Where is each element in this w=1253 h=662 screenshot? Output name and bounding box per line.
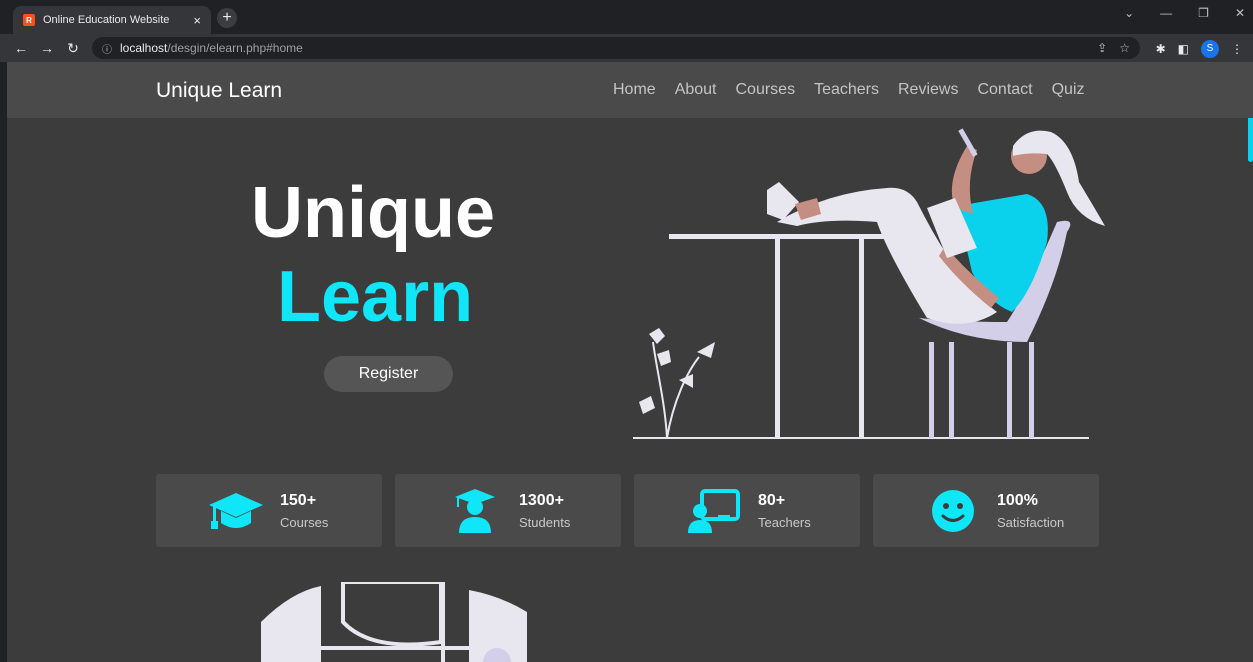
stat-label: Students — [519, 514, 571, 530]
window-controls: ⌄ — ❐ ✕ — [1124, 6, 1245, 20]
stat-value: 80+ — [758, 491, 786, 509]
nav-quiz[interactable]: Quiz — [1052, 81, 1085, 99]
stat-card-satisfaction: 100% Satisfaction — [873, 474, 1099, 547]
register-button[interactable]: Register — [324, 356, 453, 392]
stat-card-teachers: 80+ Teachers — [634, 474, 860, 547]
address-bar[interactable]: ⓘ localhost/desgin/elearn.php#home ⇪ ☆ — [92, 37, 1140, 59]
restore-icon[interactable]: ❐ — [1198, 6, 1209, 20]
tab-search-icon[interactable]: ⌄ — [1124, 6, 1134, 20]
url-path: /desgin/elearn.php#home — [167, 41, 303, 55]
stat-value: 100% — [997, 491, 1038, 509]
nav-teachers[interactable]: Teachers — [814, 81, 879, 99]
browser-toolbar: ← → ↻ ⓘ localhost/desgin/elearn.php#home… — [0, 34, 1253, 62]
about-illustration — [261, 582, 527, 662]
teacher-board-icon — [686, 488, 742, 533]
close-window-icon[interactable]: ✕ — [1235, 6, 1245, 20]
hero-title-line2: Learn — [277, 257, 474, 337]
site-header: Unique Learn Home About Courses Teachers… — [7, 62, 1253, 118]
nav-about[interactable]: About — [675, 81, 717, 99]
hero-title-line1: Unique — [251, 173, 495, 253]
nav-courses[interactable]: Courses — [736, 81, 796, 99]
profile-avatar[interactable]: S — [1201, 40, 1219, 58]
url-host: localhost — [120, 41, 168, 55]
browser-tab[interactable]: R Online Education Website × — [13, 6, 211, 34]
stat-label: Courses — [280, 514, 329, 530]
extensions-icon[interactable]: ✱ — [1156, 42, 1166, 56]
bookmark-star-icon[interactable]: ☆ — [1119, 41, 1130, 55]
minimize-icon[interactable]: — — [1160, 6, 1172, 20]
stats-row: 150+ Courses 1300+ Students 80+ Teachers… — [156, 474, 1099, 547]
student-icon — [447, 488, 503, 533]
site-info-icon[interactable]: ⓘ — [102, 41, 112, 56]
new-tab-button[interactable]: + — [217, 8, 237, 28]
browser-menu-icon[interactable]: ⋮ — [1231, 42, 1243, 56]
page-viewport: Unique Learn Home About Courses Teachers… — [7, 62, 1253, 662]
stat-value: 150+ — [280, 491, 317, 509]
back-icon[interactable]: ← — [10, 40, 32, 56]
nav-contact[interactable]: Contact — [977, 81, 1032, 99]
stat-label: Satisfaction — [997, 514, 1065, 530]
stat-value: 1300+ — [519, 491, 564, 509]
stat-card-students: 1300+ Students — [395, 474, 621, 547]
side-panel-icon[interactable]: ◧ — [1178, 42, 1189, 56]
smiley-icon — [925, 489, 981, 533]
stat-label: Teachers — [758, 514, 811, 530]
nav-home[interactable]: Home — [613, 81, 656, 99]
site-logo[interactable]: Unique Learn — [156, 79, 282, 103]
tab-title: Online Education Website — [43, 14, 170, 26]
forward-icon[interactable]: → — [36, 40, 58, 56]
share-icon[interactable]: ⇪ — [1097, 41, 1107, 55]
reload-icon[interactable]: ↻ — [62, 40, 84, 57]
main-nav: Home About Courses Teachers Reviews Cont… — [613, 81, 1085, 99]
hero-illustration — [633, 128, 1105, 439]
browser-tab-strip: R Online Education Website × + ⌄ — ❐ ✕ — [0, 0, 1253, 34]
stat-card-courses: 150+ Courses — [156, 474, 382, 547]
tab-close-icon[interactable]: × — [193, 13, 201, 28]
graduation-cap-icon — [208, 489, 264, 533]
nav-reviews[interactable]: Reviews — [898, 81, 958, 99]
site-favicon-icon: R — [23, 14, 35, 26]
